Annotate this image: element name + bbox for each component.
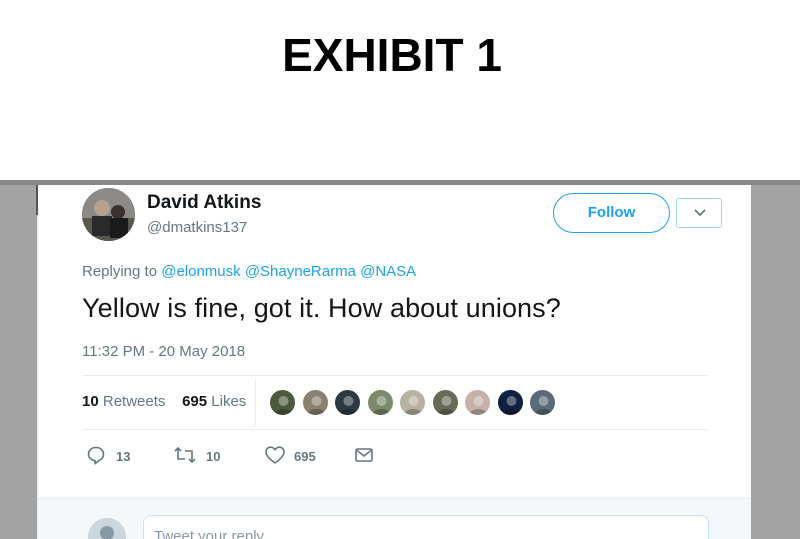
liker-avatar[interactable] bbox=[269, 389, 296, 416]
user-handle[interactable]: @dmatkins137 bbox=[147, 219, 247, 236]
heart-icon bbox=[265, 446, 285, 464]
like-button[interactable]: 695 bbox=[264, 445, 334, 467]
display-name[interactable]: David Atkins bbox=[147, 192, 261, 214]
liker-avatar[interactable] bbox=[464, 389, 491, 416]
retweet-icon bbox=[174, 446, 196, 464]
mail-icon bbox=[355, 448, 373, 462]
reply-icon bbox=[87, 446, 105, 465]
liker-avatar[interactable] bbox=[301, 389, 329, 416]
card-edge bbox=[36, 185, 38, 215]
more-options-button[interactable] bbox=[676, 198, 722, 228]
liker-avatar[interactable] bbox=[399, 389, 426, 416]
direct-message-button[interactable] bbox=[354, 445, 376, 467]
retweets-count[interactable]: 10 bbox=[82, 393, 99, 410]
tweet-text: Yellow is fine, got it. How about unions… bbox=[82, 293, 561, 323]
divider bbox=[82, 429, 708, 430]
stats-divider bbox=[255, 378, 256, 426]
like-count: 695 bbox=[294, 449, 316, 464]
avatar[interactable] bbox=[82, 188, 135, 241]
reply-input[interactable]: Tweet your reply bbox=[143, 515, 709, 539]
liker-avatar[interactable] bbox=[529, 389, 556, 416]
reply-button[interactable]: 13 bbox=[86, 445, 136, 467]
divider bbox=[82, 375, 708, 376]
mention-link[interactable]: @ShayneRarma bbox=[245, 263, 356, 280]
reply-count: 13 bbox=[116, 449, 131, 464]
exhibit-title: EXHIBIT 1 bbox=[282, 29, 502, 81]
retweets-label[interactable]: Retweets bbox=[103, 393, 166, 410]
tweet-card bbox=[37, 185, 751, 539]
tweet-stats: 10 Retweets 695 Likes bbox=[82, 393, 246, 410]
likes-count[interactable]: 695 bbox=[182, 393, 207, 410]
follow-button[interactable]: Follow bbox=[553, 193, 670, 233]
timestamp[interactable]: 11:32 PM - 20 May 2018 bbox=[82, 343, 245, 360]
retweet-button[interactable]: 10 bbox=[173, 445, 233, 467]
liker-avatar[interactable] bbox=[496, 389, 524, 416]
liker-avatar[interactable] bbox=[366, 389, 394, 416]
mention-link[interactable]: @elonmusk bbox=[161, 263, 240, 280]
liker-avatar[interactable] bbox=[431, 389, 459, 416]
retweet-count: 10 bbox=[206, 449, 221, 464]
replying-to: Replying to @elonmusk @ShayneRarma @NASA bbox=[82, 263, 416, 280]
mention-link[interactable]: @NASA bbox=[360, 263, 416, 280]
likes-label[interactable]: Likes bbox=[211, 393, 246, 410]
chevron-down-icon bbox=[694, 209, 706, 217]
replying-prefix: Replying to bbox=[82, 263, 158, 280]
liker-avatar[interactable] bbox=[334, 389, 361, 416]
